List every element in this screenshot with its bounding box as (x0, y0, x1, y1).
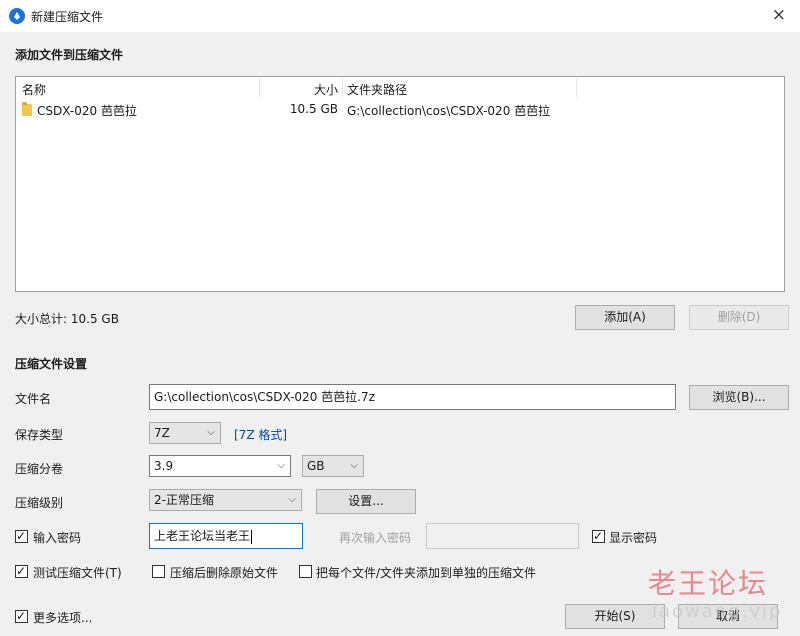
column-name-header[interactable]: 名称 (22, 81, 46, 98)
volume-size-combo[interactable]: 3.9 ⌵ (149, 455, 291, 477)
compression-level-select[interactable]: 2-正常压缩 ⌵ (149, 489, 302, 511)
delete-button[interactable]: 删除(D) (689, 305, 789, 330)
password-checkbox[interactable]: ✓ (15, 529, 28, 543)
app-logo-icon (9, 8, 25, 24)
show-password-label: 显示密码 (609, 531, 658, 545)
more-options-checkbox[interactable]: ✓ (15, 609, 28, 623)
column-divider[interactable] (576, 78, 577, 97)
column-size-header[interactable]: 大小 (260, 81, 338, 98)
check-icon: ✓ (593, 529, 604, 543)
password-value: 上老王论坛当老王 (154, 529, 251, 543)
test-archive-label: 测试压缩文件(T) (33, 566, 122, 580)
folder-icon (22, 102, 32, 116)
level-label: 压缩级别 (15, 496, 64, 510)
show-password-checkbox[interactable]: ✓ (592, 529, 605, 543)
save-type-label: 保存类型 (15, 428, 64, 442)
check-icon: ✓ (16, 609, 27, 623)
chevron-down-icon: ⌵ (350, 460, 358, 471)
column-path-header[interactable]: 文件夹路径 (347, 81, 407, 98)
browse-button[interactable]: 浏览(B)... (689, 385, 789, 410)
password-check-label: 输入密码 (33, 531, 82, 545)
close-icon[interactable]: × (772, 5, 786, 25)
chevron-down-icon: ⌵ (288, 494, 296, 505)
total-size-label: 大小总计: 10.5 GB (15, 312, 119, 326)
file-name: CSDX-020 芭芭拉 (37, 104, 137, 118)
title-bar: 新建压缩文件 × (0, 0, 800, 32)
repeat-password-label: 再次输入密码 (339, 531, 412, 545)
chevron-down-icon[interactable]: ⌵ (277, 456, 285, 476)
format-link[interactable]: [7Z 格式] (234, 426, 287, 443)
repeat-password-input[interactable] (426, 523, 579, 549)
file-size: 10.5 GB (289, 102, 338, 116)
check-icon: ✓ (16, 529, 27, 543)
watermark-url: laowang.vip (652, 601, 783, 622)
start-button[interactable]: 开始(S) (565, 604, 665, 629)
save-type-value: 7Z (154, 426, 170, 440)
delete-after-checkbox[interactable] (152, 565, 165, 578)
volume-size-value: 3.9 (154, 459, 174, 473)
volume-unit-value: GB (307, 459, 325, 473)
file-path: G:\collection\cos\CSDX-020 芭芭拉 (347, 104, 551, 118)
save-type-select[interactable]: 7Z ⌵ (149, 422, 221, 444)
chevron-down-icon: ⌵ (207, 427, 215, 438)
volume-label: 压缩分卷 (15, 462, 64, 476)
password-input[interactable]: 上老王论坛当老王 (149, 523, 303, 549)
more-options-label: 更多选项... (33, 611, 93, 625)
separate-archives-label: 把每个文件/文件夹添加到单独的压缩文件 (316, 566, 537, 580)
check-icon: ✓ (16, 564, 27, 578)
separate-archives-checkbox[interactable] (299, 565, 312, 578)
delete-after-label: 压缩后删除原始文件 (170, 566, 279, 580)
table-row[interactable]: CSDX-020 芭芭拉 10.5 GB G:\collection\cos\C… (16, 100, 784, 120)
filename-label: 文件名 (15, 392, 52, 406)
watermark: 老王论坛 (648, 567, 769, 600)
filename-input[interactable]: G:\collection\cos\CSDX-020 芭芭拉.7z (149, 384, 676, 410)
test-archive-checkbox[interactable]: ✓ (15, 564, 28, 578)
settings-heading: 压缩文件设置 (15, 357, 88, 371)
volume-unit-select[interactable]: GB ⌵ (302, 455, 364, 477)
window-title: 新建压缩文件 (31, 10, 104, 24)
column-divider[interactable] (342, 78, 343, 97)
text-caret (251, 529, 253, 544)
add-files-heading: 添加文件到压缩文件 (15, 48, 124, 62)
settings-button[interactable]: 设置... (316, 489, 416, 514)
add-button[interactable]: 添加(A) (575, 305, 675, 330)
file-list-header: 名称 大小 文件夹路径 (16, 77, 784, 98)
file-list[interactable]: 名称 大小 文件夹路径 CSDX-020 芭芭拉 10.5 GB G:\coll… (15, 76, 785, 292)
compression-level-value: 2-正常压缩 (154, 493, 214, 507)
